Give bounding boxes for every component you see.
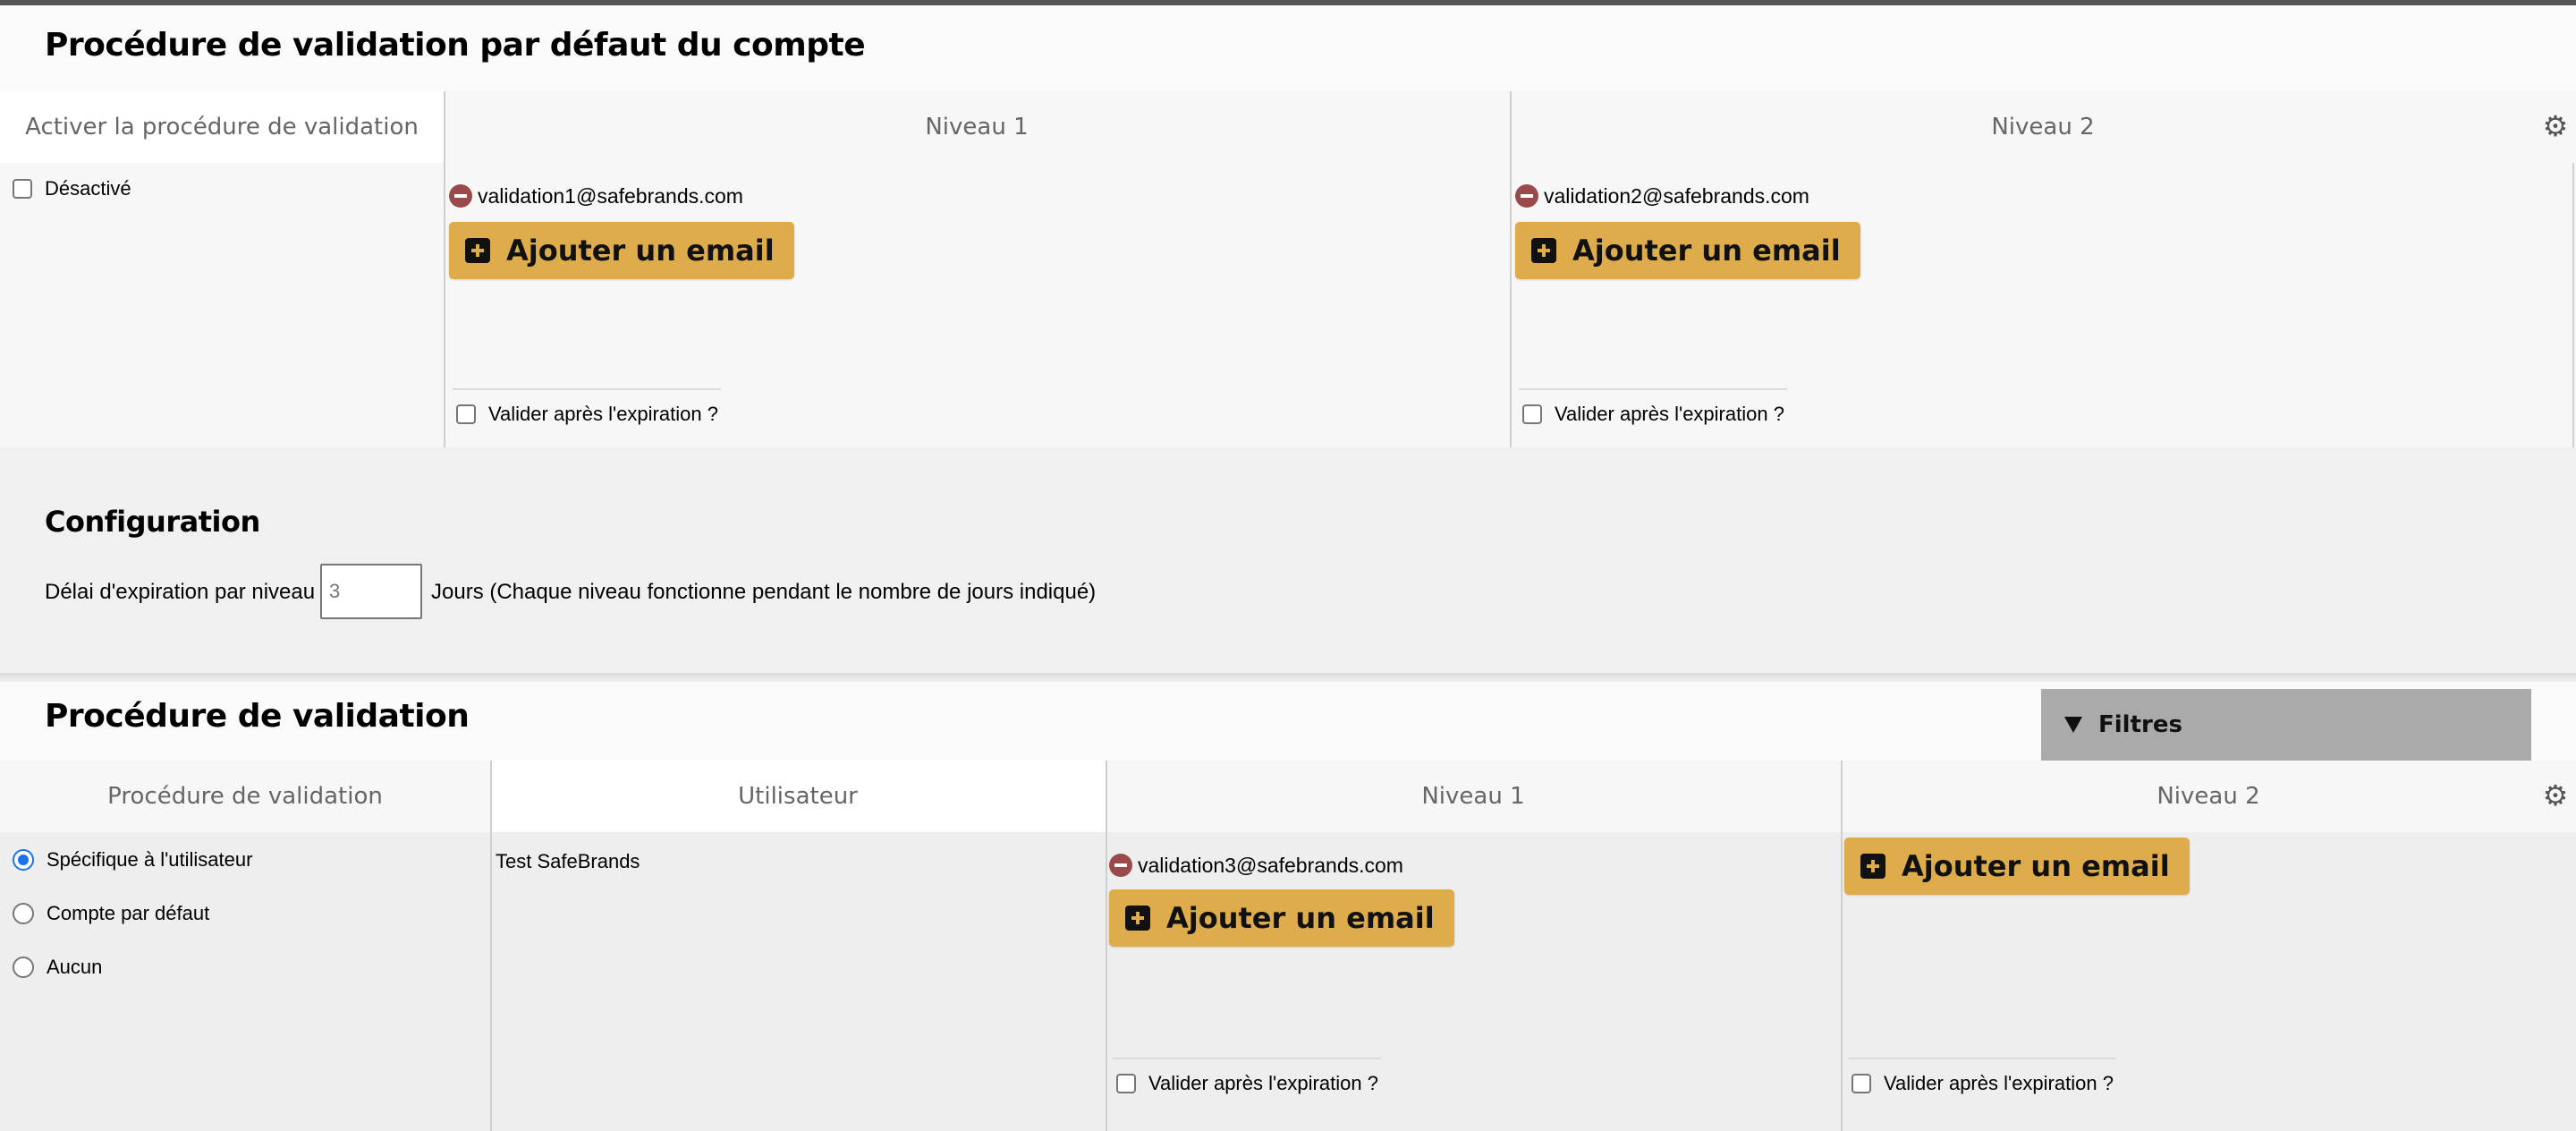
radio-option-none: Aucun [13, 954, 102, 981]
add-email-button-level-1[interactable]: Ajouter un email [1109, 889, 1454, 947]
expire-checkbox-row: Valider après l'expiration ? [1522, 401, 1784, 428]
radio-account-default[interactable] [13, 903, 34, 924]
expiration-delay-input[interactable] [320, 564, 422, 619]
validate-after-expiration-label: Valider après l'expiration ? [488, 403, 718, 425]
radio-user-specific[interactable] [13, 849, 34, 871]
validate-after-expiration-checkbox[interactable] [456, 404, 476, 424]
header-level-1: Niveau 1 [444, 91, 1510, 163]
separator [1848, 1058, 2116, 1059]
user-validation-table: Procédure de validation Utilisateur Nive… [0, 761, 2576, 1131]
filters-label: Filtres [2098, 711, 2182, 738]
separator [1519, 388, 1787, 390]
default-settings-gear-icon[interactable]: ⚙ [2542, 112, 2569, 140]
default-validation-table: Activer la procédure de validation Nivea… [0, 91, 2576, 447]
radio-label: Spécifique à l'utilisateur [47, 848, 253, 871]
header-user: Utilisateur [490, 761, 1106, 832]
cell-activation [0, 163, 444, 447]
email-row: validation3@safebrands.com [1109, 852, 1403, 879]
validate-after-expiration-label: Valider après l'expiration ? [1148, 1072, 1378, 1094]
radio-label: Compte par défaut [47, 902, 210, 924]
header-level-2: Niveau 2 [1841, 761, 2576, 832]
radio-option-account-default: Compte par défaut [13, 900, 209, 927]
remove-email-minus-icon[interactable] [1515, 184, 1538, 208]
email-address: validation3@safebrands.com [1138, 853, 1403, 877]
triangle-down-icon [2064, 717, 2082, 733]
email-address: validation2@safebrands.com [1544, 183, 1809, 208]
header-procedure: Procédure de validation [0, 761, 490, 832]
plus-square-icon [1860, 854, 1885, 879]
user-name: Test SafeBrands [496, 850, 640, 872]
activation-label: Désactivé [45, 177, 131, 200]
plus-square-icon [1125, 906, 1150, 931]
column-divider [490, 761, 492, 1131]
expire-checkbox-row: Valider après l'expiration ? [1852, 1070, 2114, 1097]
validate-after-expiration-label: Valider après l'expiration ? [1884, 1072, 2114, 1094]
validate-after-expiration-label: Valider après l'expiration ? [1555, 403, 1784, 425]
email-address: validation1@safebrands.com [478, 183, 743, 208]
column-divider [1106, 761, 1107, 1131]
procedure-settings-gear-icon[interactable]: ⚙ [2542, 781, 2569, 810]
email-row: validation2@safebrands.com [1515, 183, 1809, 209]
plus-square-icon [465, 238, 490, 263]
default-section-title: Procédure de validation par défaut du co… [45, 27, 866, 64]
radio-option-user-specific: Spécifique à l'utilisateur [13, 846, 252, 873]
validate-after-expiration-checkbox[interactable] [1852, 1074, 1871, 1093]
expiration-delay-label: Délai d'expiration par niveau [45, 580, 316, 604]
validate-after-expiration-checkbox[interactable] [1116, 1074, 1136, 1093]
filters-toggle[interactable]: Filtres [2041, 689, 2531, 761]
add-email-button-level-2[interactable]: Ajouter un email [1515, 222, 1860, 279]
radio-label: Aucun [47, 956, 103, 978]
email-row: validation1@safebrands.com [449, 183, 743, 209]
column-divider [444, 91, 445, 447]
activation-checkbox-row: Désactivé [13, 175, 131, 202]
add-email-button-level-2[interactable]: Ajouter un email [1844, 838, 2190, 895]
procedure-section-title: Procédure de validation [45, 698, 470, 735]
plus-square-icon [1531, 238, 1556, 263]
header-level-1: Niveau 1 [1106, 761, 1841, 832]
expiration-delay-suffix: Jours (Chaque niveau fonctionne pendant … [431, 580, 1097, 604]
radio-none[interactable] [13, 957, 34, 978]
cell-procedure [0, 832, 490, 1131]
expire-checkbox-row: Valider après l'expiration ? [456, 401, 718, 428]
configuration-title: Configuration [45, 505, 260, 539]
header-level-2: Niveau 2 [1510, 91, 2576, 163]
activation-checkbox[interactable] [13, 179, 32, 199]
column-divider [1510, 91, 1512, 447]
validate-after-expiration-checkbox[interactable] [1522, 404, 1542, 424]
add-email-label: Ajouter un email [506, 234, 775, 268]
add-email-button-level-1[interactable]: Ajouter un email [449, 222, 794, 279]
column-divider [1841, 761, 1843, 1131]
cell-user [490, 832, 1106, 1131]
expire-checkbox-row: Valider après l'expiration ? [1116, 1070, 1378, 1097]
add-email-label: Ajouter un email [1166, 901, 1435, 935]
remove-email-minus-icon[interactable] [1109, 854, 1132, 877]
section-shadow [0, 673, 2576, 682]
add-email-label: Ajouter un email [1572, 234, 1841, 268]
separator [453, 388, 721, 390]
add-email-label: Ajouter un email [1902, 849, 2170, 883]
header-activation: Activer la procédure de validation [0, 91, 444, 163]
column-divider [2572, 163, 2574, 447]
separator [1113, 1058, 1381, 1059]
remove-email-minus-icon[interactable] [449, 184, 472, 208]
